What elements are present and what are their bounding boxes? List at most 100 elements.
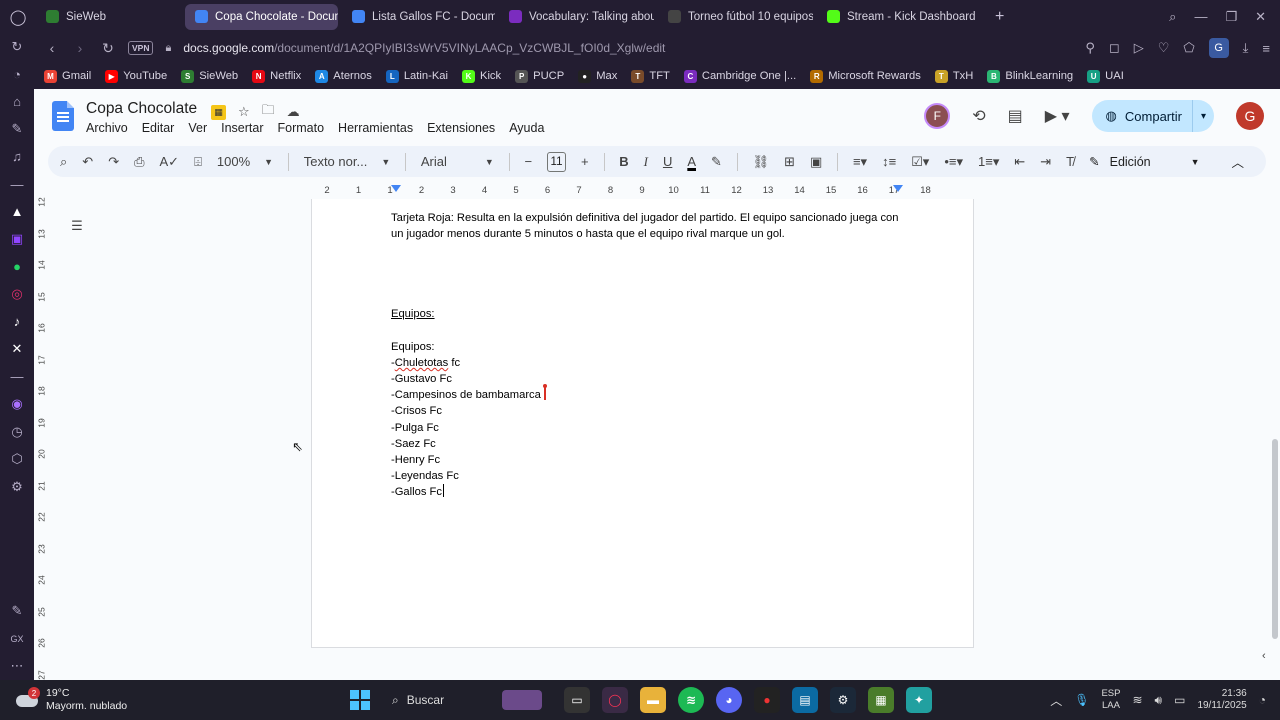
arc-icon[interactable]: ▲ (0, 198, 34, 226)
vpn-badge[interactable]: VPN (128, 41, 154, 55)
menu-item[interactable]: Archivo (86, 121, 128, 135)
bullet-list-icon[interactable]: •≡▾ (944, 154, 963, 170)
wifi-icon[interactable]: ≋ (1132, 693, 1142, 707)
minecraft-icon[interactable]: ▦ (868, 687, 894, 713)
bookmark-item[interactable]: U UAI (1087, 69, 1124, 83)
bookmark-item[interactable]: B BlinkLearning (987, 69, 1073, 83)
gx-mods-icon[interactable]: ✎ (0, 598, 34, 626)
ai-assistant-icon[interactable]: ◔ (0, 61, 34, 89)
docs-logo-icon[interactable] (52, 101, 74, 131)
profile-avatar[interactable]: G (1208, 38, 1229, 58)
star-icon[interactable]: ☆ (238, 104, 250, 120)
bookmark-item[interactable]: N Netflix (252, 69, 301, 83)
notifications-icon[interactable]: ◔ (1259, 693, 1266, 707)
tray-overflow-icon[interactable]: ︿ (1050, 692, 1062, 709)
download-icon[interactable]: ⤓ (1243, 40, 1249, 56)
indent-marker[interactable] (391, 185, 401, 192)
editing-mode-select[interactable]: ✎ Edición ▼ ︿ (1089, 152, 1266, 171)
shortcut-icon[interactable]: ▦ (211, 104, 226, 120)
vertical-ruler[interactable]: 12 13 14 15 16 17 18 19 20 21 22 23 24 25 26 27 (34, 197, 48, 679)
volume-icon[interactable]: 🔊︎ (1155, 693, 1163, 708)
increase-indent-icon[interactable]: ⇥ (1040, 154, 1051, 170)
browser-tab[interactable]: Lista Gallos FC - Docume (342, 4, 495, 30)
document-page[interactable]: Tarjeta Roja: Resulta en la expulsión de… (311, 199, 974, 648)
forward-icon[interactable]: › (72, 40, 88, 56)
browser-tab[interactable]: SieWeb (36, 4, 181, 30)
close-window-icon[interactable]: ✕ (1255, 9, 1266, 25)
italic-icon[interactable]: I (644, 154, 648, 170)
extensions-puzzle-icon[interactable]: ⬠ (1183, 40, 1194, 56)
bookmark-item[interactable]: L Latin-Kai (385, 69, 448, 83)
menu-item[interactable]: Formato (278, 121, 325, 135)
opera-gx-taskbar-icon[interactable]: ◯ (602, 687, 628, 713)
weather-widget[interactable]: 2 19°C Mayorm. nublado (0, 687, 200, 713)
menu-item[interactable]: Ayuda (509, 121, 544, 135)
opera-logo-icon[interactable]: ◯ (0, 0, 36, 33)
comments-icon[interactable]: ▤ (1008, 106, 1023, 126)
x-icon[interactable]: ✕ (0, 336, 34, 364)
increase-font-icon[interactable]: + (581, 154, 589, 169)
user-avatar[interactable]: G (1236, 102, 1264, 130)
font-select[interactable]: Arial ▼ (421, 154, 494, 169)
font-size-input[interactable]: 11 (547, 151, 566, 172)
print-icon[interactable]: ⎙ (134, 154, 144, 170)
snapshot-icon[interactable]: ◻ (1109, 40, 1120, 56)
zoom-select[interactable]: 100% ▼ (217, 154, 273, 169)
bookmark-item[interactable]: S SieWeb (181, 69, 238, 83)
heart-icon[interactable]: ♡ (1158, 40, 1170, 56)
undo-icon[interactable]: ↶ (82, 154, 93, 170)
bookmark-item[interactable]: ● Max (578, 69, 617, 83)
bookmark-item[interactable]: ▶ YouTube (105, 69, 167, 83)
minimize-icon[interactable]: — (1194, 9, 1207, 25)
document-body[interactable]: Tarjeta Roja: Resulta en la expulsión de… (391, 210, 901, 501)
restore-icon[interactable]: ❐ (1225, 9, 1237, 25)
lock-icon[interactable]: 🔒︎ (165, 42, 171, 55)
taskbar-search[interactable]: ⌕ Buscar (382, 685, 552, 715)
clear-format-icon[interactable]: T̸ (1066, 154, 1074, 169)
file-explorer-icon[interactable]: ▬ (640, 687, 666, 713)
menu-icon[interactable]: ≡ (1262, 41, 1270, 56)
battery-icon[interactable]: ▭ (1174, 693, 1185, 707)
spellcheck-icon[interactable]: A✓ (160, 154, 180, 170)
clock[interactable]: 21:36 19/11/2025 (1197, 688, 1246, 712)
history-icon[interactable]: ◷ (0, 418, 34, 446)
music-icon[interactable]: ♫ (0, 143, 34, 171)
underline-icon[interactable]: U (663, 154, 672, 169)
menu-item[interactable]: Insertar (221, 121, 263, 135)
instagram-icon[interactable]: ◎ (0, 281, 34, 309)
decrease-font-icon[interactable]: − (524, 154, 532, 169)
pin-icon[interactable]: ⚲ (1085, 40, 1095, 56)
move-folder-icon[interactable]: 🗀︎ (262, 101, 275, 123)
horizontal-ruler[interactable]: 2 1 1 2 3 4 5 6 7 8 9 10 11 12 13 14 15 16 17 18 (34, 185, 1280, 199)
spotify-icon[interactable]: ≋ (678, 687, 704, 713)
twitch-chat-icon[interactable]: ◉ (0, 391, 34, 419)
bookmark-item[interactable]: P PUCP (515, 69, 564, 83)
align-icon[interactable]: ≡▾ (853, 154, 867, 170)
line-spacing-icon[interactable]: ↕≡ (882, 154, 896, 169)
search-menus-icon[interactable]: ⌕ (60, 154, 67, 170)
tiktok-icon[interactable]: ♪ (0, 308, 34, 336)
text-color-icon[interactable]: A (687, 154, 696, 169)
comment-add-icon[interactable]: ⊞ (784, 154, 795, 170)
workspace-icon[interactable]: ⌂ (0, 88, 34, 116)
steam-icon[interactable]: ⚙ (830, 687, 856, 713)
bold-icon[interactable]: B (619, 154, 628, 169)
style-select[interactable]: Texto nor... ▼ (304, 154, 391, 169)
refresh-sidebar-icon[interactable]: ↻ (0, 33, 34, 61)
browser-tab[interactable]: Copa Chocolate - Docum✕ (185, 3, 338, 30)
redo-icon[interactable]: ↷ (108, 154, 119, 170)
collapse-menus-icon[interactable]: ︿ (1232, 152, 1245, 171)
menu-item[interactable]: Ver (188, 121, 207, 135)
document-title[interactable]: Copa Chocolate (86, 100, 197, 118)
browser-tab[interactable]: Vocabulary: Talking abou (499, 4, 654, 30)
image-icon[interactable]: ▣ (810, 154, 822, 170)
cloud-saved-icon[interactable]: ☁︎ (287, 104, 300, 120)
bookmark-item[interactable]: M Gmail (44, 69, 91, 83)
reload-icon[interactable]: ↻ (100, 40, 116, 57)
send-icon[interactable]: ▷ (1134, 40, 1144, 56)
start-button[interactable] (350, 690, 370, 710)
whatsapp-icon[interactable]: ● (0, 253, 34, 281)
scrollbar-thumb[interactable] (1272, 439, 1278, 639)
twitch-icon[interactable]: ▣ (0, 226, 34, 254)
browser-tab[interactable]: Torneo fútbol 10 equipos (658, 4, 813, 30)
